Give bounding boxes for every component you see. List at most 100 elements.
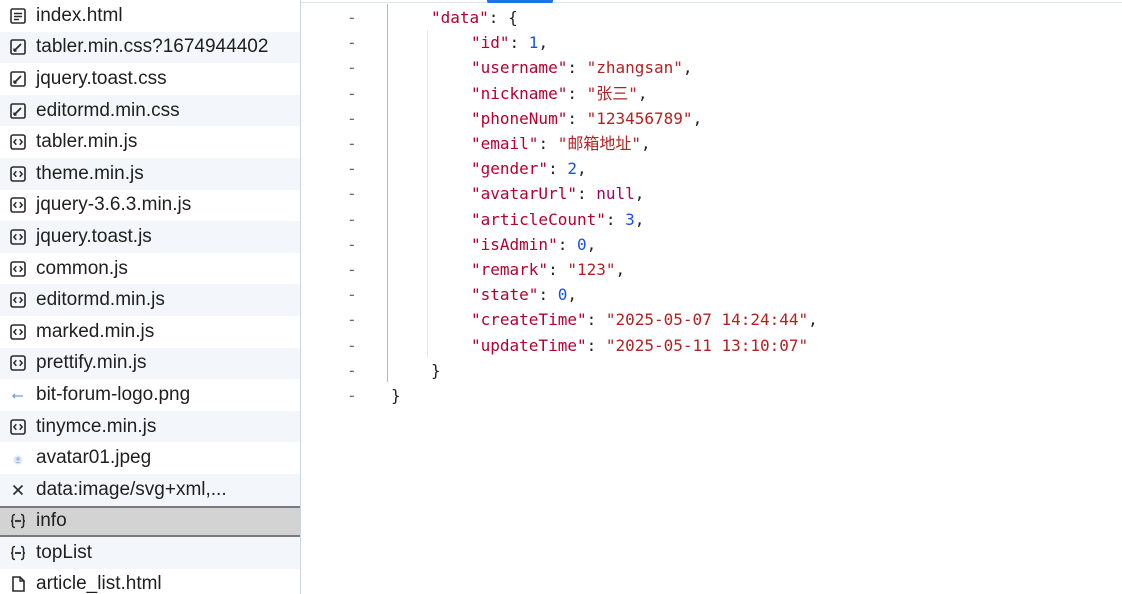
json-punctuation: , [586, 234, 597, 254]
json-key: "data" [431, 8, 489, 27]
request-row[interactable]: marked.min.js [0, 316, 300, 348]
request-row[interactable]: jquery-3.6.3.min.js [0, 190, 300, 222]
script-icon [9, 354, 27, 372]
request-row[interactable]: avatar01.jpeg [0, 442, 300, 474]
fold-toggle[interactable]: - [347, 333, 357, 358]
request-row[interactable]: common.js [0, 253, 300, 285]
request-name: data:image/svg+xml,... [36, 478, 227, 500]
json-icon [9, 512, 27, 530]
json-line: - "data": { [301, 5, 1122, 30]
json-punctuation: , [615, 260, 626, 279]
json-number-value: 3 [625, 209, 635, 229]
fold-toggle[interactable]: - [347, 5, 357, 30]
fold-toggle[interactable]: - [347, 81, 357, 106]
json-code: } [431, 358, 441, 383]
json-code: "updateTime": "2025-05-11 13:10:07" [471, 333, 808, 358]
request-row[interactable]: topList [0, 537, 300, 569]
json-code: "gender": 2, [471, 156, 587, 181]
json-punctuation: : [576, 184, 597, 204]
request-row[interactable]: editormd.min.js [0, 284, 300, 316]
json-code: "avatarUrl": null, [471, 181, 644, 206]
fold-toggle[interactable]: - [347, 181, 357, 206]
json-punctuation: : [548, 159, 568, 179]
request-name: article_list.html [36, 573, 162, 594]
json-punctuation: : [605, 209, 626, 229]
fold-toggle[interactable]: - [347, 156, 357, 181]
request-name: avatar01.jpeg [36, 447, 152, 469]
fold-toggle[interactable]: - [347, 358, 357, 383]
json-line: - "username": "zhangsan", [301, 55, 1122, 80]
request-row[interactable]: jquery.toast.js [0, 221, 300, 253]
fold-toggle[interactable]: - [347, 106, 357, 131]
script-icon [9, 165, 27, 183]
fold-toggle[interactable]: - [347, 30, 357, 55]
json-string-value: "zhangsan" [586, 58, 683, 78]
json-icon [9, 544, 27, 562]
request-row[interactable]: theme.min.js [0, 157, 300, 190]
json-punctuation: : [538, 134, 558, 153]
request-row[interactable]: editormd.min.css [0, 94, 300, 127]
fold-toggle[interactable]: - [347, 383, 357, 408]
json-code: "username": "zhangsan", [471, 55, 693, 80]
request-row[interactable]: article_list.html [0, 569, 300, 594]
request-name: editormd.min.css [36, 99, 180, 121]
request-row[interactable]: bit-forum-logo.png [0, 379, 300, 411]
request-name: jquery-3.6.3.min.js [36, 194, 192, 216]
request-list[interactable]: index.html tabler.min.css?1674944402 jquer… [0, 0, 301, 594]
json-response-viewer[interactable]: - "data": { - "id": 1, - "username": "zhangsa… [301, 0, 1122, 594]
json-code: "remark": "123", [471, 257, 625, 282]
script-icon [9, 260, 27, 278]
json-string-value: "邮箱地址" [557, 134, 641, 153]
json-code: "id": 1, [471, 30, 548, 55]
script-icon [9, 133, 27, 151]
request-row[interactable]: tabler.min.js [0, 126, 300, 158]
json-key: "id" [471, 33, 510, 53]
document-icon [9, 7, 27, 25]
fold-toggle[interactable]: - [347, 207, 357, 232]
json-line: - "gender": 2, [301, 156, 1122, 181]
request-row[interactable]: prettify.min.js [0, 347, 300, 380]
json-punctuation: : [557, 234, 577, 254]
json-punctuation: , [640, 134, 651, 153]
json-punctuation: , [682, 58, 693, 78]
json-line: - "nickname": "张三", [301, 81, 1122, 106]
request-row[interactable]: tabler.min.css?1674944402 [0, 31, 300, 64]
fold-toggle[interactable]: - [347, 282, 357, 307]
request-name: index.html [36, 4, 123, 26]
fold-toggle[interactable]: - [347, 131, 357, 156]
json-line: - "id": 1, [301, 30, 1122, 55]
json-punctuation: , [576, 159, 587, 179]
json-line: - "isAdmin": 0, [301, 232, 1122, 257]
json-punctuation: : [586, 310, 606, 330]
json-code: "phoneNum": "123456789", [471, 106, 702, 131]
request-row[interactable]: info [0, 505, 300, 538]
json-punctuation: : { [488, 8, 518, 27]
request-row[interactable]: tinymce.min.js [0, 410, 300, 443]
json-key: "remark" [471, 260, 549, 279]
request-name: theme.min.js [36, 162, 144, 184]
json-punctuation: : [538, 285, 558, 305]
request-name: editormd.min.js [36, 289, 165, 311]
fold-toggle[interactable]: - [347, 55, 357, 80]
request-row[interactable]: data:image/svg+xml,... [0, 473, 300, 506]
request-name: marked.min.js [36, 320, 155, 342]
json-line: -} [301, 358, 1122, 383]
json-string-value: "张三" [586, 83, 638, 103]
fold-toggle[interactable]: - [347, 232, 357, 257]
json-code: "isAdmin": 0, [471, 232, 596, 257]
avatar-image-icon [9, 449, 27, 467]
stylesheet-icon [9, 70, 27, 88]
fold-toggle[interactable]: - [347, 257, 357, 282]
json-punctuation: : [509, 33, 529, 53]
json-number-value: 2 [567, 159, 577, 179]
json-punctuation: : [548, 260, 568, 279]
request-row[interactable]: jquery.toast.css [0, 63, 300, 95]
request-row[interactable]: index.html [0, 0, 300, 32]
json-punctuation: : [567, 108, 587, 128]
json-key: "updateTime" [471, 335, 587, 355]
json-number-value: 0 [557, 285, 568, 305]
error-icon [9, 481, 27, 499]
json-string-value: "2025-05-07 14:24:44" [605, 310, 809, 330]
fold-toggle[interactable]: - [347, 307, 357, 332]
json-punctuation: , [634, 184, 645, 204]
